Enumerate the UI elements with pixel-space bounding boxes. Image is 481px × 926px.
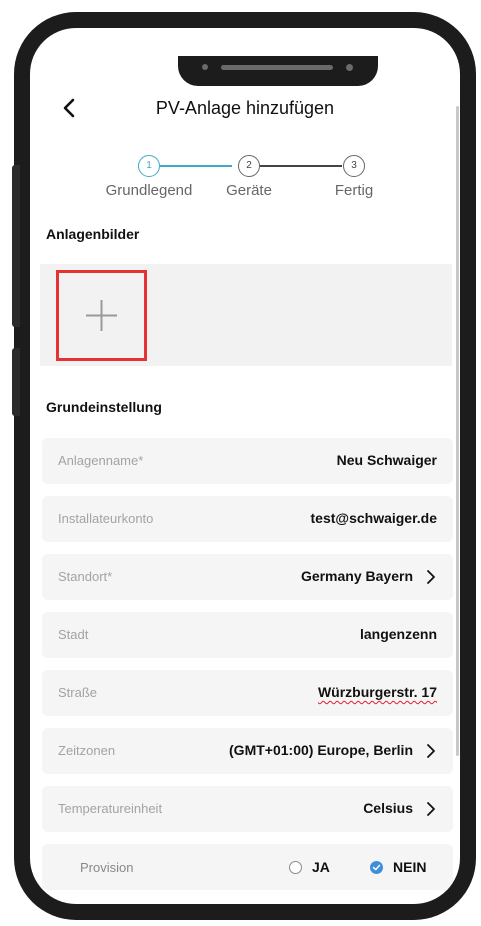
settings-section-title: Grundeinstellung xyxy=(46,399,162,415)
step-1-indicator: 1 xyxy=(138,155,160,177)
chevron-right-icon xyxy=(425,569,437,585)
step-connector-2 xyxy=(260,165,342,167)
field-temperatureinheit[interactable]: Temperatureinheit Celsius xyxy=(42,786,453,832)
radio-label: NEIN xyxy=(393,859,427,875)
chevron-right-icon xyxy=(425,801,437,817)
step-3-indicator: 3 xyxy=(343,155,365,177)
add-image-button[interactable] xyxy=(56,270,147,361)
chevron-right-icon xyxy=(425,743,437,759)
field-label: Installateurkonto xyxy=(58,511,154,526)
field-anlagenname[interactable]: Anlagenname* Neu Schwaiger xyxy=(42,438,453,484)
field-installateurkonto[interactable]: Installateurkonto test@schwaiger.de xyxy=(42,496,453,542)
field-value: Würzburgerstr. 17 xyxy=(317,684,437,700)
step-connector-1 xyxy=(160,165,232,167)
field-value: langenzenn xyxy=(359,626,437,642)
provision-radio-nein[interactable]: NEIN xyxy=(370,859,426,875)
field-value: Neu Schwaiger xyxy=(336,452,437,468)
field-standort[interactable]: Standort* Germany Bayern xyxy=(42,554,453,600)
notch xyxy=(178,56,378,86)
field-value: Celsius xyxy=(363,800,413,816)
provision-label: Provision xyxy=(80,860,134,875)
field-value: Germany Bayern xyxy=(300,568,413,584)
step-2-indicator: 2 xyxy=(238,155,260,177)
screen: PV-Anlage hinzufügen 1 2 3 Grundlegend G… xyxy=(30,28,460,904)
field-label: Zeitzonen xyxy=(58,743,116,758)
field-provision: Provision JA NEIN xyxy=(42,844,453,890)
scrollbar[interactable] xyxy=(456,106,459,756)
volume-button xyxy=(12,165,20,327)
field-stadt[interactable]: Stadt langenzenn xyxy=(42,612,453,658)
radio-unchecked-icon xyxy=(289,860,302,874)
radio-label: JA xyxy=(312,859,330,875)
field-label: Straße xyxy=(58,685,98,700)
field-strasse[interactable]: Straße Würzburgerstr. 17 xyxy=(42,670,453,716)
step-2-label: Geräte xyxy=(226,182,272,199)
plus-icon xyxy=(86,300,117,331)
images-section-title: Anlagenbilder xyxy=(46,226,140,242)
provision-radio-ja[interactable]: JA xyxy=(289,859,330,875)
step-3-label: Fertig xyxy=(334,182,374,199)
field-label: Standort* xyxy=(58,569,113,584)
side-button xyxy=(12,348,20,416)
field-label: Temperatureinheit xyxy=(58,801,163,816)
page-title: PV-Anlage hinzufügen xyxy=(155,98,335,118)
field-zeitzonen[interactable]: Zeitzonen (GMT+01:00) Europe, Berlin xyxy=(42,728,453,774)
field-value: (GMT+01:00) Europe, Berlin xyxy=(229,742,413,758)
step-1-label: Grundlegend xyxy=(105,182,193,199)
radio-checked-icon xyxy=(370,860,383,874)
field-label: Anlagenname* xyxy=(58,453,144,468)
field-label: Stadt xyxy=(58,627,89,642)
field-value: test@schwaiger.de xyxy=(310,510,437,526)
